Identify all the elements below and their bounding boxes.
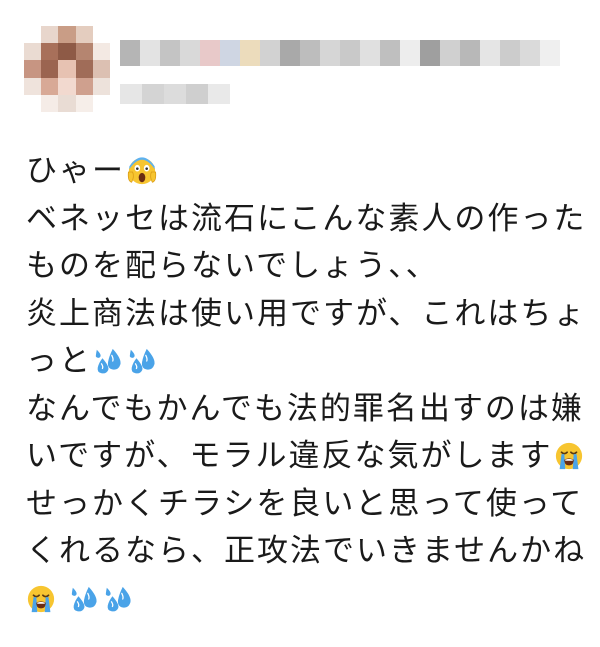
avatar-pixel bbox=[24, 94, 42, 112]
post-line: なんでもかんでも法的罪名出すのは嫌 bbox=[26, 386, 586, 434]
name-pixel bbox=[440, 40, 460, 66]
avatar-pixel bbox=[92, 94, 110, 112]
scream-emoji-icon bbox=[127, 157, 157, 185]
avatar-pixel bbox=[75, 77, 93, 95]
sweat-droplets-icon bbox=[129, 348, 155, 374]
post-line-text: ひゃー bbox=[26, 153, 125, 189]
post-line-text: せっかくチラシを良いと思って使って bbox=[26, 485, 584, 522]
name-pixel bbox=[180, 40, 200, 66]
handle-pixel bbox=[208, 84, 230, 104]
loudly-crying-icon bbox=[27, 585, 55, 612]
avatar-pixel bbox=[75, 94, 93, 112]
handle-pixel bbox=[142, 84, 164, 104]
name-pixel bbox=[240, 40, 260, 66]
name-pixel bbox=[540, 40, 560, 66]
post-line: ものを配らないでしょう、、 bbox=[26, 243, 586, 291]
avatar-pixel bbox=[24, 60, 42, 78]
name-pixel bbox=[400, 40, 420, 66]
name-pixel bbox=[200, 40, 220, 66]
post-line-text: いですが、モラル違反な気がします bbox=[26, 438, 553, 474]
name-pixel bbox=[340, 40, 360, 66]
name-pixel bbox=[500, 40, 520, 66]
handle-pixel bbox=[120, 84, 142, 104]
name-pixel bbox=[280, 40, 300, 66]
post-line: っと bbox=[26, 338, 586, 386]
name-pixel bbox=[160, 40, 180, 66]
post-header bbox=[24, 26, 584, 116]
post-text: ひゃー ベネッセは流石にこんな素人の作った ものを配らないでしょう、、 炎上商法… bbox=[26, 148, 586, 623]
avatar-pixel bbox=[92, 26, 110, 44]
avatar-pixel bbox=[58, 26, 76, 44]
post-line-text: くれるなら、正攻法でいきませんかね bbox=[26, 533, 587, 569]
avatar[interactable] bbox=[24, 26, 110, 112]
avatar-pixel bbox=[58, 77, 76, 95]
handle-pixel bbox=[164, 84, 186, 104]
name-pixel bbox=[360, 40, 380, 66]
post-line: ベネッセは流石にこんな素人の作った bbox=[26, 196, 586, 244]
name-pixel bbox=[120, 40, 140, 66]
avatar-pixel bbox=[75, 60, 93, 78]
loudly-crying-icon bbox=[556, 442, 583, 470]
avatar-pixel bbox=[41, 60, 59, 78]
name-pixel bbox=[320, 40, 340, 66]
post-line: くれるなら、正攻法でいきませんかね bbox=[26, 528, 586, 576]
post-line-text: っと bbox=[26, 343, 92, 379]
avatar-pixel bbox=[24, 26, 42, 44]
post-line bbox=[26, 576, 586, 624]
avatar-pixel bbox=[92, 43, 110, 61]
post-line-text: ものを配らないでしょう、、 bbox=[26, 248, 439, 284]
name-pixel bbox=[480, 40, 500, 66]
avatar-pixel bbox=[58, 94, 76, 112]
sweat-droplets-icon bbox=[95, 348, 121, 374]
name-pixel bbox=[220, 40, 240, 66]
post-line: ひゃー bbox=[26, 148, 586, 196]
sweat-droplets-icon bbox=[71, 586, 97, 611]
name-pixel bbox=[140, 40, 160, 66]
avatar-pixel bbox=[41, 26, 59, 44]
name-pixel bbox=[380, 40, 400, 66]
post-line-text: 炎上商法は使い用ですが、これはちょ bbox=[26, 295, 587, 332]
avatar-pixel bbox=[24, 43, 42, 61]
post-line: いですが、モラル違反な気がします bbox=[26, 433, 586, 481]
avatar-pixel bbox=[75, 26, 93, 44]
post-line: 炎上商法は使い用ですが、これはちょ bbox=[26, 291, 586, 339]
avatar-pixel bbox=[41, 77, 59, 95]
avatar-pixel bbox=[41, 94, 59, 112]
post-line-text: ベネッセは流石にこんな素人の作った bbox=[26, 200, 587, 237]
name-pixel bbox=[420, 40, 440, 66]
avatar-pixel bbox=[92, 60, 110, 78]
author-handle-redacted bbox=[120, 84, 230, 104]
avatar-pixel bbox=[41, 43, 59, 61]
avatar-pixel bbox=[75, 43, 93, 61]
name-pixel bbox=[460, 40, 480, 66]
avatar-pixel bbox=[92, 77, 110, 95]
avatar-pixel bbox=[24, 77, 42, 95]
sweat-droplets-icon bbox=[105, 586, 131, 611]
avatar-pixel bbox=[58, 60, 76, 78]
post-line-text: なんでもかんでも法的罪名出すのは嫌 bbox=[26, 390, 584, 427]
author-name-redacted[interactable] bbox=[120, 40, 560, 66]
avatar-pixel bbox=[58, 43, 76, 61]
post-line: せっかくチラシを良いと思って使って bbox=[26, 481, 586, 529]
name-pixel bbox=[300, 40, 320, 66]
name-pixel bbox=[260, 40, 280, 66]
name-pixel bbox=[520, 40, 540, 66]
handle-pixel bbox=[186, 84, 208, 104]
